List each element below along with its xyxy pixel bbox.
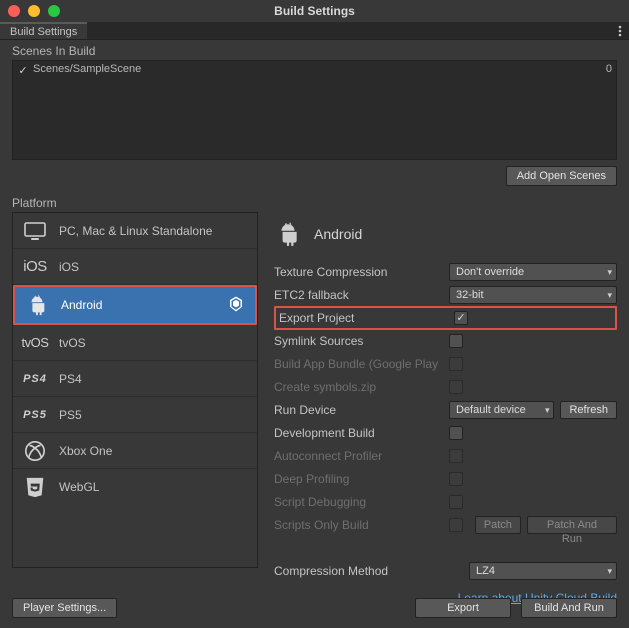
- compression-method-label: Compression Method: [274, 564, 469, 578]
- autoconnect-profiler-label: Autoconnect Profiler: [274, 449, 449, 463]
- patch-and-run-button: Patch And Run: [527, 516, 617, 534]
- etc2-fallback-dropdown[interactable]: 32-bit: [449, 286, 617, 304]
- platform-label-text: WebGL: [59, 480, 99, 494]
- html5-icon: [23, 475, 47, 499]
- refresh-button[interactable]: Refresh: [560, 401, 617, 419]
- compression-method-dropdown[interactable]: LZ4: [469, 562, 617, 580]
- build-app-bundle-checkbox: [449, 357, 463, 371]
- footer: Player Settings... Export Build And Run: [12, 598, 617, 618]
- tvos-icon: tvOS: [23, 331, 47, 355]
- platform-label-text: Android: [61, 298, 102, 312]
- texture-compression-dropdown[interactable]: Don't override: [449, 263, 617, 281]
- autoconnect-profiler-checkbox: [449, 449, 463, 463]
- scene-row[interactable]: ✓ Scenes/SampleScene 0: [13, 61, 616, 77]
- platform-label-text: tvOS: [59, 336, 86, 350]
- export-project-checkbox[interactable]: ✓: [454, 311, 468, 325]
- ps5-icon: PS5: [23, 403, 47, 427]
- platform-item-xboxone[interactable]: Xbox One: [13, 433, 257, 469]
- details-title: Android: [314, 226, 362, 242]
- platform-item-android[interactable]: Android: [15, 287, 255, 323]
- patch-button: Patch: [475, 516, 521, 534]
- scripts-only-build-label: Scripts Only Build: [274, 518, 449, 532]
- platform-details: Android Texture Compression Don't overri…: [274, 212, 617, 605]
- platform-label-text: Xbox One: [59, 444, 112, 458]
- run-device-dropdown[interactable]: Default device: [449, 401, 554, 419]
- symlink-sources-checkbox[interactable]: [449, 334, 463, 348]
- create-symbols-label: Create symbols.zip: [274, 380, 449, 394]
- symlink-sources-label: Symlink Sources: [274, 334, 449, 348]
- ps4-icon: PS4: [23, 367, 47, 391]
- platform-label-text: PS4: [59, 372, 82, 386]
- etc2-fallback-label: ETC2 fallback: [274, 288, 449, 302]
- ios-icon: iOS: [23, 255, 47, 279]
- run-device-label: Run Device: [274, 403, 449, 417]
- unity-icon: [227, 295, 245, 316]
- build-and-run-button[interactable]: Build And Run: [521, 598, 617, 618]
- platform-label-text: PS5: [59, 408, 82, 422]
- xbox-icon: [23, 439, 47, 463]
- scripts-only-build-checkbox: [449, 518, 463, 532]
- scenes-in-build-label: Scenes In Build: [0, 40, 629, 60]
- scene-checkbox[interactable]: ✓: [17, 64, 29, 76]
- platform-item-webgl[interactable]: WebGL: [13, 469, 257, 505]
- scene-path: Scenes/SampleScene: [33, 63, 141, 75]
- platform-label-text: PC, Mac & Linux Standalone: [59, 224, 212, 238]
- window-title: Build Settings: [0, 4, 629, 18]
- deep-profiling-label: Deep Profiling: [274, 472, 449, 486]
- platform-item-tvos[interactable]: tvOS tvOS: [13, 325, 257, 361]
- script-debugging-label: Script Debugging: [274, 495, 449, 509]
- title-bar: Build Settings: [0, 0, 629, 22]
- add-open-scenes-button[interactable]: Add Open Scenes: [506, 166, 617, 186]
- player-settings-button[interactable]: Player Settings...: [12, 598, 117, 618]
- scene-build-index: 0: [606, 63, 612, 75]
- texture-compression-label: Texture Compression: [274, 265, 449, 279]
- development-build-checkbox[interactable]: [449, 426, 463, 440]
- android-icon: [274, 220, 302, 248]
- create-symbols-checkbox: [449, 380, 463, 394]
- tab-context-menu-button[interactable]: [611, 22, 629, 39]
- platform-label: Platform: [0, 196, 629, 212]
- script-debugging-checkbox: [449, 495, 463, 509]
- deep-profiling-checkbox: [449, 472, 463, 486]
- export-button[interactable]: Export: [415, 598, 511, 618]
- platform-item-ps4[interactable]: PS4 PS4: [13, 361, 257, 397]
- tab-build-settings[interactable]: Build Settings: [0, 22, 87, 39]
- build-app-bundle-label: Build App Bundle (Google Play: [274, 357, 449, 371]
- platform-label-text: iOS: [59, 260, 79, 274]
- scenes-list[interactable]: ✓ Scenes/SampleScene 0: [12, 60, 617, 160]
- tab-strip: Build Settings: [0, 22, 629, 40]
- android-icon: [25, 293, 49, 317]
- development-build-label: Development Build: [274, 426, 449, 440]
- monitor-icon: [23, 219, 47, 243]
- export-project-label: Export Project: [279, 311, 454, 325]
- platform-item-ios[interactable]: iOS iOS: [13, 249, 257, 285]
- platform-item-standalone[interactable]: PC, Mac & Linux Standalone: [13, 213, 257, 249]
- platform-item-ps5[interactable]: PS5 PS5: [13, 397, 257, 433]
- platform-list: PC, Mac & Linux Standalone iOS iOS Andro…: [12, 212, 258, 568]
